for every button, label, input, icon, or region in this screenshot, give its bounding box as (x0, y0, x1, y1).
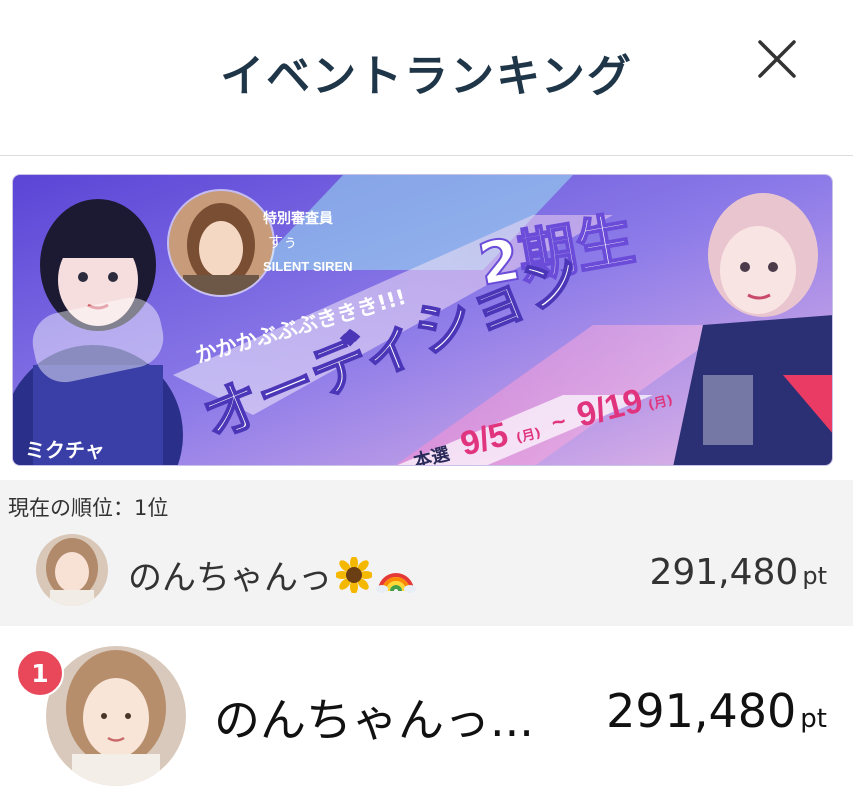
current-user-name-text: のんちゃんっ (128, 558, 332, 598)
current-points-value: 291,480 (649, 552, 799, 593)
current-points-unit: pt (802, 562, 827, 590)
judge-name: すぅ (268, 233, 298, 251)
rank-points-value: 291,480 (606, 684, 797, 738)
brand-logo: ミクチャ (25, 438, 105, 462)
rank-points: 291,480 pt (606, 684, 827, 738)
rank-user-name: のんちゃんっ... (214, 693, 534, 747)
event-banner[interactable]: 特別審査員 すぅ SILENT SIREN かかかぶぶぶききき!!! 2期生 オ… (12, 174, 833, 466)
sunflower-icon (335, 556, 373, 602)
current-user-name[interactable]: のんちゃんっ (128, 550, 416, 602)
rainbow-icon (376, 557, 416, 602)
avatar[interactable] (46, 646, 186, 786)
close-icon[interactable] (752, 34, 802, 84)
current-rank-label: 現在の順位：1位 (8, 496, 169, 520)
rank-points-unit: pt (800, 704, 827, 734)
current-rank-section: 現在の順位：1位 のんちゃんっ 291,480 pt (0, 480, 853, 626)
judge-group: SILENT SIREN (263, 259, 353, 274)
current-points: 291,480 pt (649, 552, 827, 593)
avatar[interactable] (36, 534, 108, 606)
rank-badge: 1 (16, 649, 64, 697)
list-item[interactable]: 1 のんちゃんっ... 291,480 pt (0, 626, 853, 793)
header: イベントランキング (0, 0, 853, 156)
judge-label: 特別審査員 (263, 210, 333, 227)
page-title: イベントランキング (220, 51, 633, 102)
